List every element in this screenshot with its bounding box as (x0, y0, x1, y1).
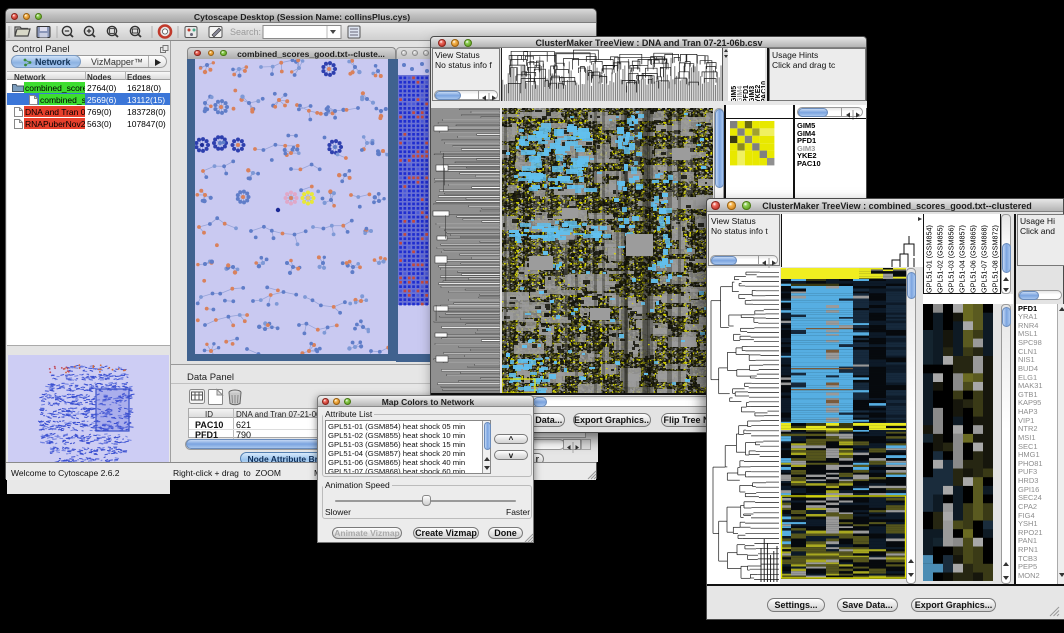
svg-text:GPL51-08 (GSM872): GPL51-08 (GSM872) (991, 225, 1000, 293)
svg-text:GPL51-02 (GSM855): GPL51-02 (GSM855) (936, 225, 945, 293)
svg-text:GPL51-06 (GSM865): GPL51-06 (GSM865) (969, 225, 978, 293)
svg-text:GPL51-07 (GSM868): GPL51-07 (GSM868) (980, 225, 989, 293)
svg-text:PAC10: PAC10 (761, 81, 765, 103)
svg-text:GPL51-03 (GSM856): GPL51-03 (GSM856) (947, 225, 956, 293)
svg-text:Search:: Search: (230, 27, 261, 37)
svg-text:GPL51-01 (GSM854): GPL51-01 (GSM854) (925, 225, 934, 293)
svg-text:GPL51-04 (GSM857): GPL51-04 (GSM857) (958, 225, 967, 293)
